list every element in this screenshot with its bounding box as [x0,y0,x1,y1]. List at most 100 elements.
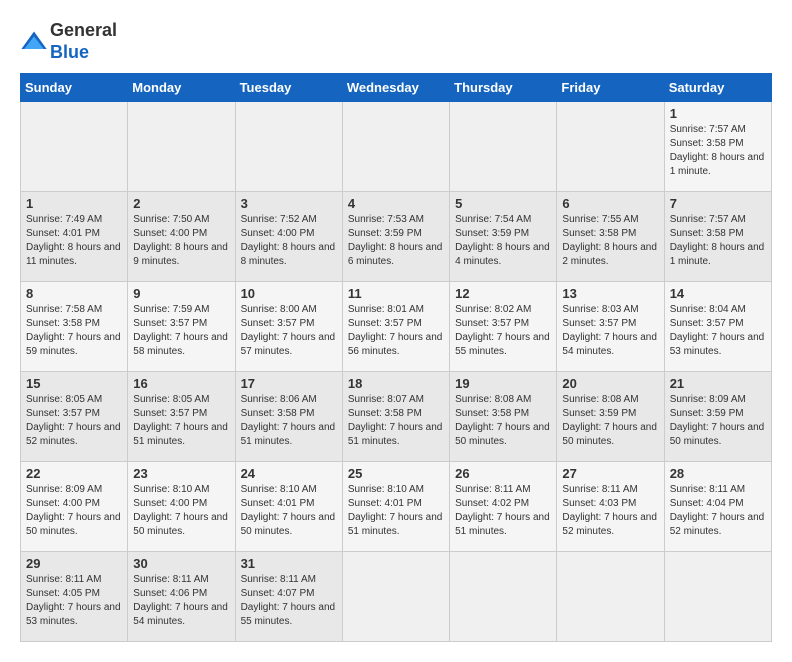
calendar-cell: 12 Sunrise: 8:02 AMSunset: 3:57 PMDayligh… [450,282,557,372]
day-info: Sunrise: 8:11 AMSunset: 4:05 PMDaylight:… [26,574,121,627]
day-info: Sunrise: 7:55 AMSunset: 3:58 PMDaylight:… [562,214,657,267]
calendar-cell [21,102,128,192]
calendar-cell: 9Sunrise: 7:59 AMSunset: 3:57 PMDaylight… [128,282,235,372]
calendar-cell: 13Sunrise: 8:03 AMSunset: 3:57 PMDayligh… [557,282,664,372]
day-info: Sunrise: 8:09 AMSunset: 3:59 PMDaylight:… [670,394,765,447]
calendar-cell: 18 Sunrise: 8:07 AMSunset: 3:58 PMDayligh… [342,372,449,462]
day-number: 2 [133,196,229,211]
day-info: Sunrise: 7:58 AMSunset: 3:58 PMDaylight:… [26,304,121,357]
calendar-cell: 30Sunrise: 8:11 AMSunset: 4:06 PMDayligh… [128,552,235,642]
calendar-cell: 20Sunrise: 8:08 AMSunset: 3:59 PMDayligh… [557,372,664,462]
calendar-cell: 25 Sunrise: 8:10 AMSunset: 4:01 PMDayligh… [342,462,449,552]
calendar-cell: 8 Sunrise: 7:58 AMSunset: 3:58 PMDaylight… [21,282,128,372]
calendar-cell [342,102,449,192]
day-info: Sunrise: 7:53 AMSunset: 3:59 PMDaylight:… [348,214,443,267]
day-info: Sunrise: 7:57 AMSunset: 3:58 PMDaylight:… [670,214,765,267]
day-number: 22 [26,466,122,481]
day-info: Sunrise: 8:10 AMSunset: 4:00 PMDaylight:… [133,484,228,537]
day-info: Sunrise: 8:11 AMSunset: 4:04 PMDaylight:… [670,484,765,537]
day-info: Sunrise: 8:10 AMSunset: 4:01 PMDaylight:… [241,484,336,537]
calendar-cell [664,552,771,642]
calendar-cell: 1 Sunrise: 7:57 AMSunset: 3:58 PMDaylight… [664,102,771,192]
day-number: 9 [133,286,229,301]
calendar-cell: 5 Sunrise: 7:54 AMSunset: 3:59 PMDaylight… [450,192,557,282]
calendar-cell: 28 Sunrise: 8:11 AMSunset: 4:04 PMDayligh… [664,462,771,552]
calendar-cell [342,552,449,642]
day-info: Sunrise: 8:04 AMSunset: 3:57 PMDaylight:… [670,304,765,357]
col-header-wednesday: Wednesday [342,74,449,102]
calendar-cell: 16Sunrise: 8:05 AMSunset: 3:57 PMDayligh… [128,372,235,462]
calendar-cell: 22 Sunrise: 8:09 AMSunset: 4:00 PMDayligh… [21,462,128,552]
calendar-cell: 14 Sunrise: 8:04 AMSunset: 3:57 PMDayligh… [664,282,771,372]
calendar-cell [128,102,235,192]
day-info: Sunrise: 8:11 AMSunset: 4:03 PMDaylight:… [562,484,657,537]
day-info: Sunrise: 8:05 AMSunset: 3:57 PMDaylight:… [133,394,228,447]
day-number: 27 [562,466,658,481]
day-info: Sunrise: 7:57 AMSunset: 3:58 PMDaylight:… [670,124,765,177]
day-info: Sunrise: 8:10 AMSunset: 4:01 PMDaylight:… [348,484,443,537]
calendar-cell [450,552,557,642]
calendar-table: SundayMondayTuesdayWednesdayThursdayFrid… [20,73,772,642]
day-number: 12 [455,286,551,301]
calendar-cell: 7 Sunrise: 7:57 AMSunset: 3:58 PMDaylight… [664,192,771,282]
day-number: 13 [562,286,658,301]
calendar-cell: 6 Sunrise: 7:55 AMSunset: 3:58 PMDaylight… [557,192,664,282]
calendar-cell [557,102,664,192]
logo: General Blue [20,20,117,63]
calendar-cell: 19 Sunrise: 8:08 AMSunset: 3:58 PMDayligh… [450,372,557,462]
calendar-cell: 27 Sunrise: 8:11 AMSunset: 4:03 PMDayligh… [557,462,664,552]
day-info: Sunrise: 8:11 AMSunset: 4:02 PMDaylight:… [455,484,550,537]
day-info: Sunrise: 8:06 AMSunset: 3:58 PMDaylight:… [241,394,336,447]
day-number: 14 [670,286,766,301]
day-number: 1 [670,106,766,121]
page-header: General Blue [20,20,772,63]
day-info: Sunrise: 8:11 AMSunset: 4:07 PMDaylight:… [241,574,336,627]
day-info: Sunrise: 8:02 AMSunset: 3:57 PMDaylight:… [455,304,550,357]
day-number: 20 [562,376,658,391]
calendar-cell [450,102,557,192]
day-number: 17 [241,376,337,391]
calendar-cell: 15 Sunrise: 8:05 AMSunset: 3:57 PMDayligh… [21,372,128,462]
day-number: 15 [26,376,122,391]
day-number: 31 [241,556,337,571]
day-number: 5 [455,196,551,211]
col-header-saturday: Saturday [664,74,771,102]
day-info: Sunrise: 8:11 AMSunset: 4:06 PMDaylight:… [133,574,228,627]
day-info: Sunrise: 7:54 AMSunset: 3:59 PMDaylight:… [455,214,550,267]
calendar-cell: 21Sunrise: 8:09 AMSunset: 3:59 PMDayligh… [664,372,771,462]
day-number: 29 [26,556,122,571]
calendar-cell: 26 Sunrise: 8:11 AMSunset: 4:02 PMDayligh… [450,462,557,552]
logo-blue: Blue [50,42,89,62]
col-header-thursday: Thursday [450,74,557,102]
day-info: Sunrise: 8:08 AMSunset: 3:58 PMDaylight:… [455,394,550,447]
day-number: 4 [348,196,444,211]
day-number: 1 [26,196,122,211]
calendar-cell: 24Sunrise: 8:10 AMSunset: 4:01 PMDayligh… [235,462,342,552]
day-number: 18 [348,376,444,391]
col-header-tuesday: Tuesday [235,74,342,102]
logo-general: General [50,20,117,40]
day-number: 7 [670,196,766,211]
calendar-cell: 29 Sunrise: 8:11 AMSunset: 4:05 PMDayligh… [21,552,128,642]
day-number: 10 [241,286,337,301]
day-number: 8 [26,286,122,301]
day-number: 25 [348,466,444,481]
col-header-sunday: Sunday [21,74,128,102]
day-number: 26 [455,466,551,481]
day-info: Sunrise: 7:49 AMSunset: 4:01 PMDaylight:… [26,214,121,267]
day-number: 3 [241,196,337,211]
calendar-cell: 23Sunrise: 8:10 AMSunset: 4:00 PMDayligh… [128,462,235,552]
calendar-cell: 11Sunrise: 8:01 AMSunset: 3:57 PMDayligh… [342,282,449,372]
day-number: 19 [455,376,551,391]
calendar-cell: 1 Sunrise: 7:49 AMSunset: 4:01 PMDaylight… [21,192,128,282]
day-info: Sunrise: 7:52 AMSunset: 4:00 PMDaylight:… [241,214,336,267]
day-info: Sunrise: 8:09 AMSunset: 4:00 PMDaylight:… [26,484,121,537]
day-info: Sunrise: 8:01 AMSunset: 3:57 PMDaylight:… [348,304,443,357]
day-info: Sunrise: 8:05 AMSunset: 3:57 PMDaylight:… [26,394,121,447]
calendar-cell [235,102,342,192]
calendar-cell: 31 Sunrise: 8:11 AMSunset: 4:07 PMDayligh… [235,552,342,642]
day-number: 28 [670,466,766,481]
calendar-cell: 4 Sunrise: 7:53 AMSunset: 3:59 PMDaylight… [342,192,449,282]
day-info: Sunrise: 8:07 AMSunset: 3:58 PMDaylight:… [348,394,443,447]
day-number: 6 [562,196,658,211]
